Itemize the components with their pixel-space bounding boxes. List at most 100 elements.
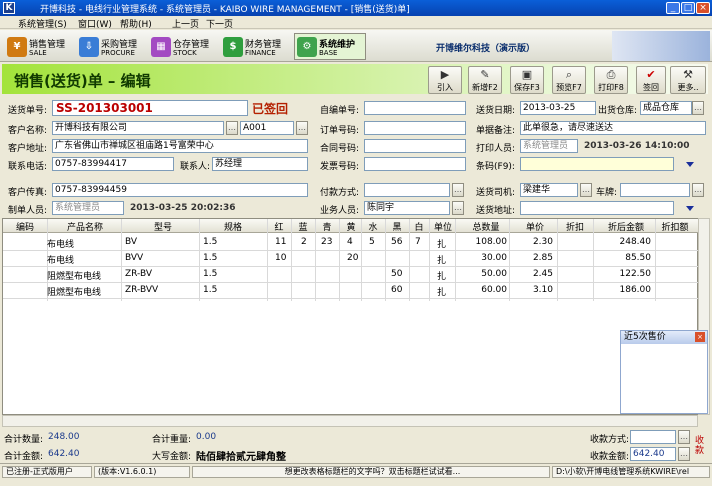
receive-method-field[interactable] <box>630 430 676 444</box>
col-yellow[interactable]: 黄 <box>343 220 359 233</box>
cell-model: BVV <box>125 253 144 263</box>
save-button[interactable]: ▣ 保存F3 <box>510 66 544 94</box>
customer-field[interactable]: 开博科技有限公司 <box>52 121 224 135</box>
total-amount-value: 642.40 <box>48 449 80 459</box>
menu-window[interactable]: 窗口(W) <box>78 17 112 30</box>
received-field[interactable]: 642.40 <box>630 447 676 461</box>
warehouse-picker-button[interactable]: … <box>692 101 704 115</box>
maximize-button[interactable]: □ <box>681 2 695 14</box>
order-form: 送货单号: SS-201303001 已签回 自编单号: 送货日期: 2013-… <box>2 96 708 216</box>
menu-next-page[interactable]: 下一页 <box>206 17 233 30</box>
ship-addr-dropdown-icon[interactable] <box>686 206 694 211</box>
contact-field[interactable]: 苏经理 <box>212 157 308 171</box>
col-qty[interactable]: 总数量 <box>459 220 513 233</box>
col-name[interactable]: 产品名称 <box>55 220 115 233</box>
self-no-field[interactable] <box>364 101 466 115</box>
customer-picker-button[interactable]: … <box>226 121 238 135</box>
menu-prev-page[interactable]: 上一页 <box>172 17 199 30</box>
table-row[interactable]: 布电线 BVV 1.5 10 20 扎 30.00 2.85 85.50 <box>3 251 699 267</box>
grid-horizontal-scrollbar[interactable] <box>2 415 698 427</box>
salesman-field[interactable]: 陈同宇 <box>364 201 450 215</box>
customer-code-picker-button[interactable]: … <box>296 121 308 135</box>
cell-spec: 1.5 <box>203 253 218 263</box>
module-procure-en: PROCURE <box>101 49 135 57</box>
sign-back-button[interactable]: ✔ 签回 <box>636 66 666 94</box>
customer-code-field[interactable]: A001 <box>240 121 294 135</box>
detail-grid[interactable]: 编码 产品名称 型号 规格 红 蓝 青 黄 水 黑 白 单位 总数量 单价 折扣… <box>2 218 699 415</box>
cell-model: BV <box>125 237 138 247</box>
barcode-dropdown-icon[interactable] <box>686 162 694 167</box>
col-code[interactable]: 编码 <box>7 220 43 233</box>
col-red[interactable]: 红 <box>271 220 287 233</box>
contract-field[interactable] <box>364 139 466 153</box>
ship-addr-field[interactable] <box>520 201 674 215</box>
payment-field[interactable] <box>364 183 450 197</box>
new-label: 新增F2 <box>472 83 498 92</box>
cell-yellow: 20 <box>347 253 359 263</box>
plate-field[interactable] <box>620 183 690 197</box>
col-spec[interactable]: 规格 <box>213 220 253 233</box>
cell-model: ZR-BV <box>125 269 153 279</box>
col-cyan[interactable]: 青 <box>319 220 335 233</box>
delivery-date-field[interactable]: 2013-03-25 <box>520 101 596 115</box>
print-button[interactable]: ⎙ 打印F8 <box>594 66 628 94</box>
barcode-field[interactable] <box>520 157 674 171</box>
table-row[interactable]: 阻燃型布电线 ZR-BVV 1.5 60 扎 60.00 3.10 186.00 <box>3 283 699 299</box>
cell-price: 3.10 <box>532 285 553 295</box>
module-stock[interactable]: ▦ 仓存管理 STOCK <box>148 33 220 60</box>
driver-picker-button[interactable]: … <box>580 183 592 197</box>
receive-button[interactable]: 收款 <box>695 436 705 456</box>
import-button[interactable]: ▶ 引入 <box>428 66 462 94</box>
cell-black: 50 <box>391 269 403 279</box>
close-icon[interactable]: × <box>695 332 705 342</box>
col-water[interactable]: 水 <box>365 220 381 233</box>
phone-field[interactable]: 0757-83994417 <box>52 157 174 171</box>
module-finance[interactable]: $ 财务管理 FINANCE <box>220 33 292 60</box>
col-white[interactable]: 白 <box>411 220 427 233</box>
menu-help[interactable]: 帮助(H) <box>120 17 152 30</box>
payment-picker-button[interactable]: … <box>452 183 464 197</box>
cell-cyan: 23 <box>321 237 333 247</box>
col-disc-amt[interactable]: 折扣额 <box>657 220 693 233</box>
new-button[interactable]: ✎ 新增F2 <box>468 66 502 94</box>
module-procure[interactable]: ⇩ 采购管理 PROCURE <box>76 33 148 60</box>
cell-amount: 85.50 <box>625 253 651 263</box>
col-black[interactable]: 黑 <box>389 220 405 233</box>
col-model[interactable]: 型号 <box>133 220 193 233</box>
plate-picker-button[interactable]: … <box>692 183 704 197</box>
col-unit[interactable]: 单位 <box>431 220 455 233</box>
module-sale[interactable]: ¥ 销售管理 SALE <box>4 33 76 60</box>
warehouse-field[interactable]: 成品仓库 <box>640 101 692 115</box>
order-field[interactable] <box>364 121 466 135</box>
total-weight-value: 0.00 <box>196 432 217 442</box>
address-field[interactable]: 广东省佛山市禅城区祖庙路1号富荣中心 <box>52 139 308 153</box>
phone-label: 联系电话: <box>8 162 48 172</box>
preview-button[interactable]: ⌕ 预览F7 <box>552 66 586 94</box>
more-button[interactable]: ⚒ 更多.. <box>670 66 706 94</box>
receive-method-picker-button[interactable]: … <box>678 430 690 444</box>
module-base[interactable]: ⚙ 系统维护 BASE <box>294 33 366 60</box>
minimize-button[interactable]: _ <box>666 2 680 14</box>
cell-water: 5 <box>369 237 375 247</box>
module-finance-en: FINANCE <box>245 49 276 57</box>
col-price[interactable]: 单价 <box>513 220 557 233</box>
col-blue[interactable]: 蓝 <box>295 220 311 233</box>
received-picker-button[interactable]: … <box>678 447 690 461</box>
fax-field[interactable]: 0757-83994459 <box>52 183 308 197</box>
menu-system[interactable]: 系统管理(S) <box>18 17 67 30</box>
driver-field[interactable]: 梁建华 <box>520 183 578 197</box>
col-amount[interactable]: 折后金额 <box>601 220 651 233</box>
remark-label: 单据备注: <box>476 126 516 136</box>
remark-field[interactable]: 此单很急，请尽速送达 <box>520 121 706 135</box>
module-bar: ¥ 销售管理 SALE ⇩ 采购管理 PROCURE ▦ 仓存管理 STOCK … <box>0 30 712 62</box>
totals-footer: 合计数量: 248.00 合计重量: 0.00 合计金额: 642.40 大写金… <box>2 428 708 463</box>
table-row[interactable]: 布电线 BV 1.5 11 2 23 4 5 56 7 扎 108.00 2.3… <box>3 235 699 251</box>
invoice-field[interactable] <box>364 157 466 171</box>
salesman-picker-button[interactable]: … <box>452 201 464 215</box>
table-row[interactable]: 阻燃型布电线 ZR-BV 1.5 50 扎 50.00 2.45 122.50 <box>3 267 699 283</box>
delivery-date-label: 送货日期: <box>476 106 516 116</box>
close-button[interactable]: × <box>696 2 710 14</box>
order-no-field[interactable]: SS-201303001 <box>52 100 248 116</box>
col-discount[interactable]: 折扣 <box>559 220 591 233</box>
menu-bar: 系统管理(S) 窗口(W) 帮助(H) 上一页 下一页 <box>0 16 712 30</box>
